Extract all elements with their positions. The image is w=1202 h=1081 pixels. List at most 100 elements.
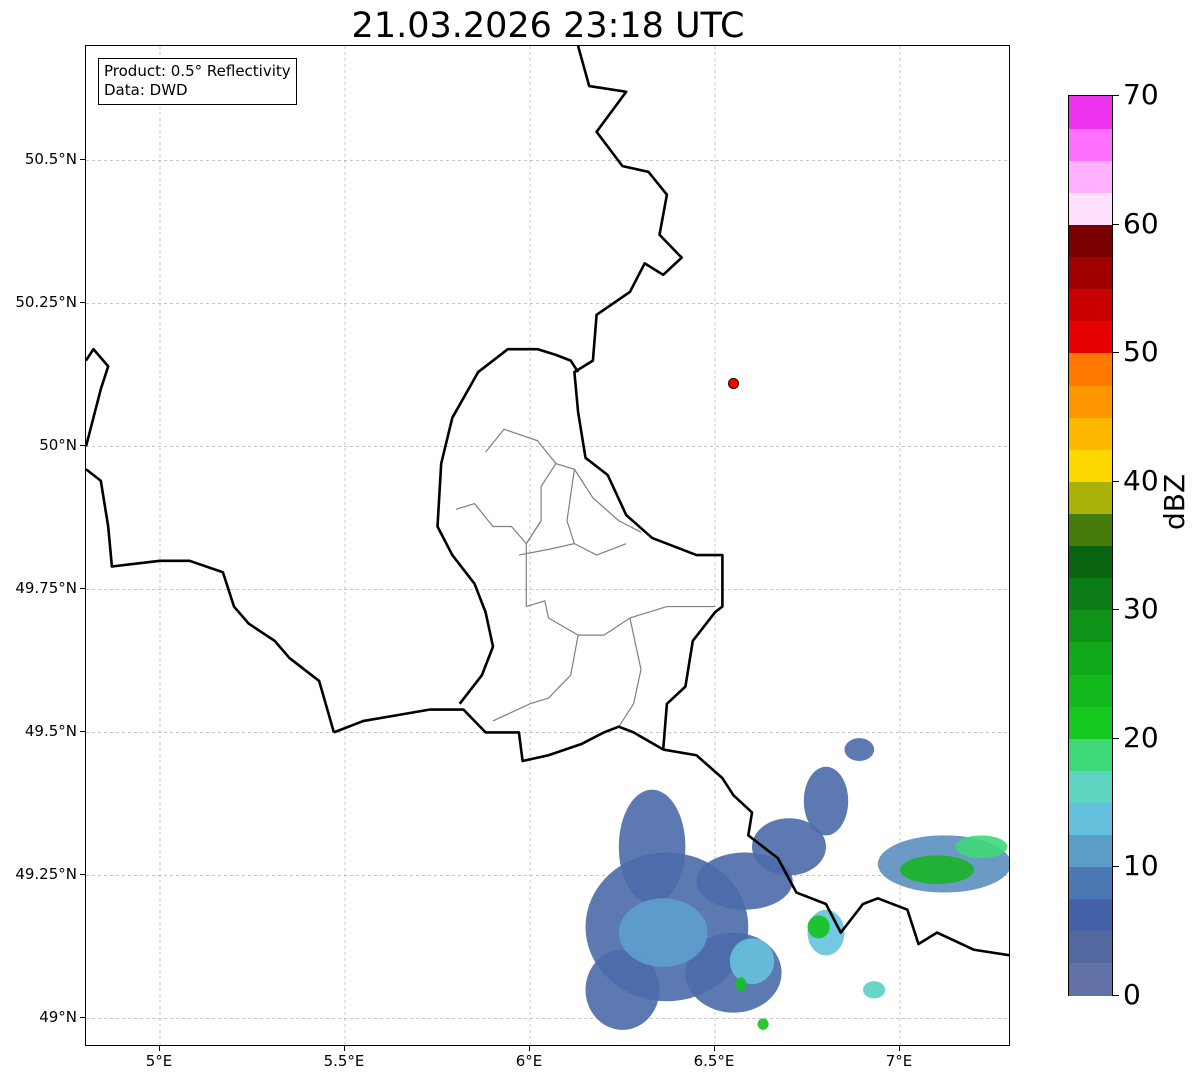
lon-tick-mark [159,1046,160,1051]
lon-tick-mark [714,1046,715,1051]
lat-tick-label: 49.5°N [24,722,77,741]
product-label: Product: 0.5° Reflectivity [104,62,291,80]
colorbar-tick-label: 40 [1123,463,1159,497]
colorbar-segment [1069,224,1112,258]
data-source-label: Data: DWD [104,81,188,99]
lon-tick-label: 5°E [145,1052,173,1070]
colorbar-tick-label: 0 [1123,978,1141,1011]
colorbar-segment [1069,706,1112,739]
colorbar-segment [1069,384,1112,418]
radar-echo [729,938,775,985]
colorbar-tick-label: 60 [1123,206,1159,240]
colorbar-tick-mark [1113,995,1119,996]
lon-tick-mark [344,1046,345,1051]
colorbar-segment [1069,577,1112,611]
colorbar-segment [1069,962,1112,996]
colorbar-tick-mark [1113,95,1119,96]
colorbar-segment [1069,738,1112,771]
colorbar-tick-mark [1113,609,1119,611]
lon-tick-label: 6°E [515,1052,543,1070]
colorbar-segment [1069,449,1112,482]
colorbar-tick-label: 10 [1123,849,1159,883]
radar-echo [955,835,1008,859]
lat-tick-mark [80,159,85,161]
colorbar-tick-mark [1113,223,1119,225]
radar-echo [803,766,849,836]
colorbar-segment [1069,288,1112,322]
colorbar-segment [1069,320,1112,354]
radar-site-marker [728,377,739,389]
lat-tick-label: 50°N [39,436,77,455]
country-border [333,708,664,763]
colorbar-segment [1069,930,1112,964]
province-border [526,600,715,636]
map-title: 21.03.2026 23:18 UTC [351,6,745,46]
colorbar-segment [1069,481,1112,514]
colorbar-tick-mark [1113,352,1119,354]
province-border [518,543,627,556]
radar-echo [757,1018,769,1030]
radar-echo [618,898,708,967]
colorbar-segment [1069,609,1112,643]
colorbar-segment [1069,770,1112,803]
colorbar-tick-mark [1113,866,1119,868]
lat-tick-mark [80,302,85,304]
colorbar-segment [1069,160,1112,193]
lat-tick-mark [80,588,85,590]
colorbar-segment [1069,513,1112,547]
colorbar-segment [1069,673,1112,707]
colorbar-segment [1069,128,1112,161]
colorbar-segment [1069,834,1112,868]
province-border [618,617,642,728]
lat-tick-label: 49.25°N [15,865,77,884]
lat-tick-mark [80,731,85,733]
colorbar-segment [1069,545,1112,579]
lat-tick-label: 50.5°N [24,150,77,169]
province-border [455,463,557,545]
colorbar-tick-label: 20 [1123,720,1159,754]
colorbar-segment [1069,352,1112,386]
lon-tick-mark [529,1046,530,1051]
radar-echo [900,855,974,884]
province-border [492,635,579,722]
radar-echo [735,977,747,991]
radar-echo [807,915,830,939]
colorbar-segment [1069,641,1112,675]
radar-map[interactable]: Product: 0.5° Reflectivity Data: DWD [85,45,1010,1046]
country-border [86,347,110,447]
colorbar-tick-mark [1113,480,1119,482]
lon-tick-label: 6.5°E [693,1052,735,1070]
colorbar-segment [1069,192,1112,226]
radar-map-canvas [86,46,1009,1045]
radar-echo [863,981,886,999]
radar-echo [618,789,686,904]
colorbar-segment [1069,866,1112,900]
country-border [573,46,724,750]
colorbar-tick-label: 30 [1123,592,1159,626]
lat-tick-label: 49°N [39,1008,77,1027]
colorbar-tick-label: 50 [1123,335,1159,369]
lat-tick-mark [80,1017,85,1019]
province-border [485,428,642,533]
info-box: Product: 0.5° Reflectivity Data: DWD [98,58,297,105]
colorbar-segment [1069,96,1112,129]
lon-tick-mark [899,1046,900,1051]
colorbar-segment [1069,417,1112,450]
country-border [86,468,336,733]
colorbar [1068,95,1113,996]
colorbar-tick-mark [1113,737,1119,739]
province-border [566,469,575,544]
lat-tick-mark [80,874,85,876]
colorbar-segment [1069,802,1112,836]
colorbar-unit-label: dBZ [1158,473,1191,530]
province-border [525,520,542,607]
lon-tick-label: 5.5°E [323,1052,365,1070]
lon-tick-label: 7°E [885,1052,913,1070]
lat-tick-label: 49.75°N [15,579,77,598]
radar-echo [844,738,875,761]
colorbar-tick-label: 70 [1123,78,1159,111]
lat-tick-mark [80,445,85,447]
colorbar-segment [1069,898,1112,932]
colorbar-segment [1069,256,1112,290]
lat-tick-label: 50.25°N [15,293,77,312]
